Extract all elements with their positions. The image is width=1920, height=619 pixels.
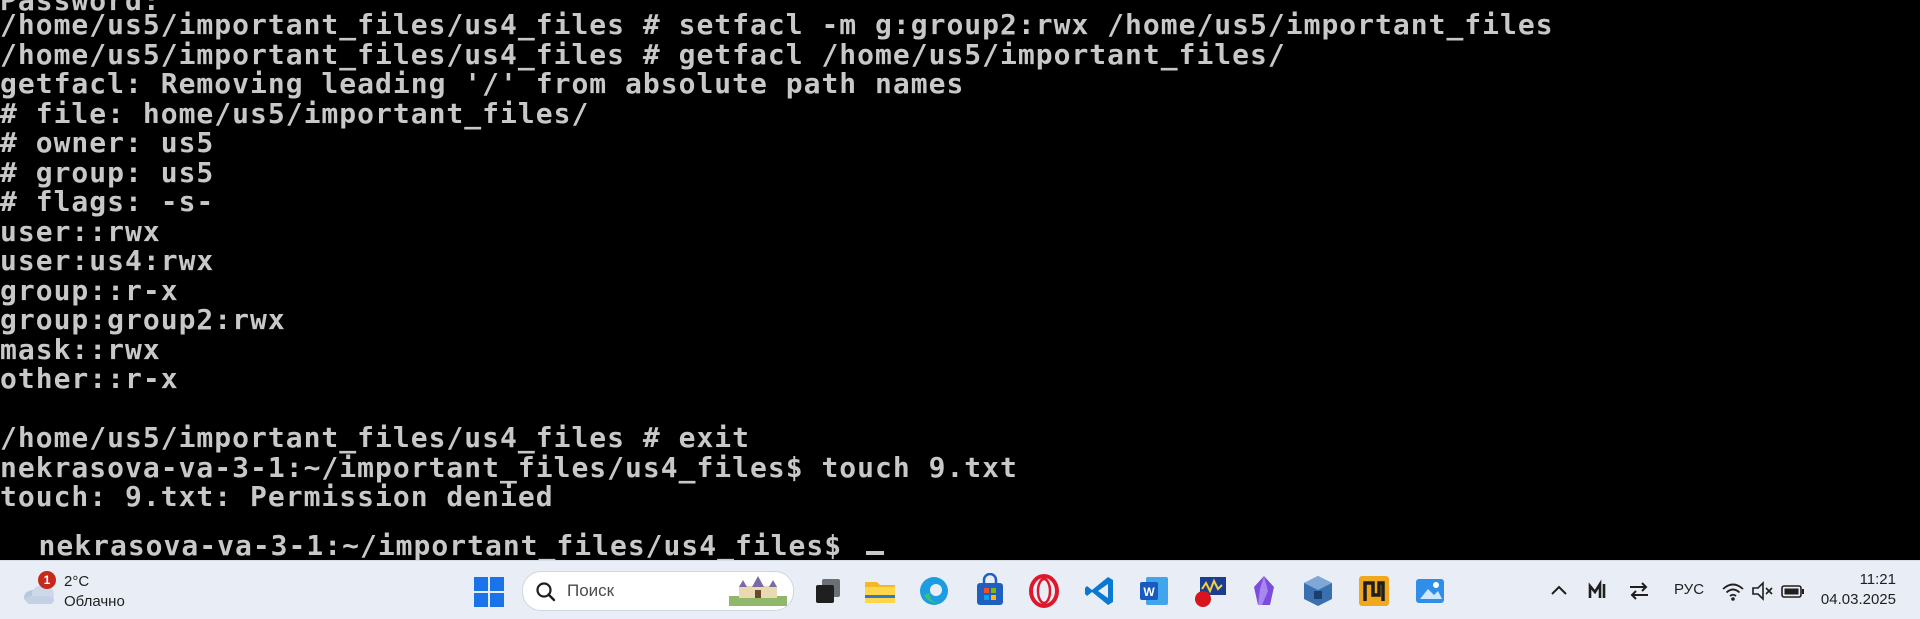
edge-icon [920, 577, 948, 605]
oscilloscope-icon [1195, 577, 1226, 607]
edge-button[interactable] [916, 573, 952, 609]
file-explorer-button[interactable] [862, 573, 898, 609]
search-box[interactable]: Поиск [522, 571, 794, 611]
store-icon [977, 572, 1003, 605]
terminal-line: group::r-x [0, 274, 179, 307]
svg-text:W: W [1143, 585, 1155, 599]
taskbar: 1 2°C Облачно Поиск W РУС 11:21 04.03.20… [0, 560, 1920, 619]
weather-temperature: 2°C [64, 573, 90, 590]
obsidian-button[interactable] [1246, 573, 1282, 609]
search-icon [536, 582, 556, 602]
vscode-button[interactable] [1082, 573, 1118, 609]
task-view-button[interactable] [810, 573, 846, 609]
opera-button[interactable] [1026, 573, 1062, 609]
chevron-up-icon[interactable] [1546, 578, 1572, 604]
terminal-line: user::rwx [0, 215, 161, 248]
paint-app-button[interactable] [1412, 573, 1448, 609]
terminal-line: # file: home/us5/important_files/ [0, 97, 590, 130]
terminal-line: getfacl: Removing leading '/' from absol… [0, 67, 965, 100]
terminal-line: user:us4:rwx [0, 244, 215, 277]
terminal-line: /home/us5/important_files/us4_files # se… [0, 8, 1554, 41]
wifi-icon[interactable] [1720, 578, 1746, 604]
store-button[interactable] [972, 572, 1008, 609]
obsidian-icon [1254, 576, 1274, 605]
notification-badge: 1 [38, 571, 56, 589]
volume-muted-icon[interactable] [1750, 578, 1776, 604]
search-placeholder: Поиск [567, 581, 615, 600]
paint-icon [1416, 579, 1444, 603]
terminal-line: group:group2:rwx [0, 303, 286, 336]
word-icon: W [1140, 577, 1168, 605]
clock-time: 11:21 [1859, 571, 1896, 588]
terminal-prompt-line[interactable]: nekrasova-va-3-1:~/important_files/us4_f… [0, 512, 884, 560]
terminal-line: nekrasova-va-3-1:~/important_files/us4_f… [0, 451, 1018, 484]
task-view-icon [816, 579, 840, 603]
terminal-line: # owner: us5 [0, 126, 215, 159]
terminal-prompt: nekrasova-va-3-1:~/important_files/us4_f… [38, 529, 860, 561]
vpn-icon[interactable] [1586, 578, 1612, 604]
vscode-icon [1085, 577, 1113, 605]
battery-icon[interactable] [1780, 578, 1806, 604]
app-yellow-button[interactable] [1356, 573, 1392, 609]
terminal-app-icon [1359, 576, 1389, 606]
word-button[interactable]: W [1136, 573, 1172, 609]
terminal-line: # flags: -s- [0, 185, 215, 218]
terminal-line: mask::rwx [0, 333, 161, 366]
language-indicator[interactable]: РУС [1674, 581, 1704, 598]
opera-icon [1029, 574, 1059, 608]
transfer-icon[interactable] [1626, 578, 1652, 604]
terminal-line: other::r-x [0, 362, 179, 395]
folder-icon [865, 582, 895, 603]
virtualbox-icon [1304, 576, 1332, 606]
start-button[interactable] [474, 577, 504, 607]
terminal-line: touch: 9.txt: Permission denied [0, 480, 554, 513]
weather-condition: Облачно [64, 593, 125, 610]
virtualbox-button[interactable] [1300, 573, 1336, 609]
weather-widget[interactable]: 1 2°C Облачно [18, 569, 138, 613]
terminal-line: /home/us5/important_files/us4_files # ex… [0, 421, 751, 454]
search-highlight-icon [729, 576, 787, 606]
terminal-cursor [865, 551, 884, 555]
terminal-line: /home/us5/important_files/us4_files # ge… [0, 38, 1286, 71]
terminal-line: # group: us5 [0, 156, 215, 189]
scope-app-button[interactable] [1192, 573, 1228, 609]
terminal-window[interactable]: Password: /home/us5/important_files/us4_… [0, 0, 1920, 560]
clock-date: 04.03.2025 [1820, 591, 1896, 608]
